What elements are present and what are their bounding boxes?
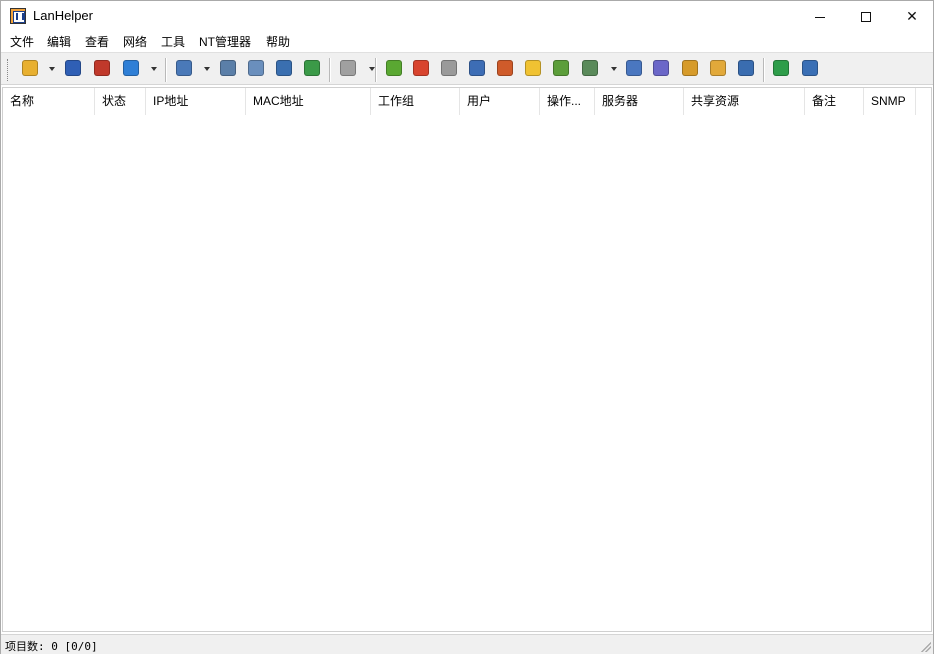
column-header-status[interactable]: 状态 <box>95 88 146 115</box>
user-icon <box>497 60 513 76</box>
resize-grip-icon[interactable] <box>921 642 931 652</box>
find-computer-icon <box>220 60 236 76</box>
options-button[interactable] <box>801 59 819 77</box>
filter-button[interactable] <box>122 59 140 77</box>
power-button[interactable] <box>412 59 430 77</box>
open-folder-button[interactable] <box>21 59 39 77</box>
window-title: LanHelper <box>33 8 93 23</box>
dropdown-arrow-icon[interactable] <box>611 67 617 71</box>
menu-file[interactable]: 文件 <box>10 33 34 50</box>
title-bar: LanHelper ✕ <box>1 1 933 31</box>
save-button[interactable] <box>64 59 82 77</box>
find-computer-button[interactable] <box>219 59 237 77</box>
menu-bar: 文件 编辑 查看 网络 工具 NT管理器 帮助 <box>1 31 933 51</box>
save-icon <box>65 60 81 76</box>
maximize-button[interactable] <box>843 1 889 31</box>
item-count-status: 项目数: 0 [0/0] <box>5 640 98 653</box>
dropdown-arrow-icon[interactable] <box>49 67 55 71</box>
open-folder-icon <box>22 60 38 76</box>
folder-icon <box>525 60 541 76</box>
window-button[interactable] <box>581 59 599 77</box>
window-icon <box>582 60 598 76</box>
minimize-button[interactable] <box>797 1 843 31</box>
group-button[interactable] <box>681 59 699 77</box>
dropdown-arrow-icon[interactable] <box>204 67 210 71</box>
menu-network[interactable]: 网络 <box>123 33 147 50</box>
settings-button[interactable] <box>652 59 670 77</box>
menu-nt-manager[interactable]: NT管理器 <box>199 33 251 50</box>
column-header-snmp[interactable]: SNMP <box>864 88 916 115</box>
column-header-ip[interactable]: IP地址 <box>146 88 246 115</box>
filter-icon <box>123 60 139 76</box>
users-icon <box>276 60 292 76</box>
share-icon <box>553 60 569 76</box>
computers-icon <box>248 60 264 76</box>
column-header-comment[interactable]: 备注 <box>805 88 864 115</box>
app-logo-icon <box>10 8 26 24</box>
scan-network-button[interactable] <box>175 59 193 77</box>
info-button[interactable] <box>468 59 486 77</box>
column-header-mac[interactable]: MAC地址 <box>246 88 371 115</box>
minimize-icon <box>815 16 825 18</box>
folder-button[interactable] <box>524 59 542 77</box>
open-share-button[interactable] <box>709 59 727 77</box>
share-button[interactable] <box>552 59 570 77</box>
toolbar-separator <box>375 58 376 82</box>
app-window: LanHelper ✕ 文件 编辑 查看 网络 工具 NT管理器 帮助 名称 状… <box>0 0 934 654</box>
connect-icon <box>773 60 789 76</box>
status-bar: 项目数: 0 [0/0] <box>1 634 933 654</box>
delete-icon <box>94 60 110 76</box>
column-header-user[interactable]: 用户 <box>460 88 540 115</box>
info-icon <box>469 60 485 76</box>
grey-box-icon <box>441 60 457 76</box>
user-manage-button[interactable] <box>737 59 755 77</box>
message-button[interactable] <box>625 59 643 77</box>
options-icon <box>802 60 818 76</box>
column-header-shares[interactable]: 共享资源 <box>684 88 805 115</box>
dropdown-arrow-icon[interactable] <box>151 67 157 71</box>
toolbar-grip[interactable] <box>7 59 10 81</box>
connect-button[interactable] <box>772 59 790 77</box>
toolbar-separator <box>329 58 330 82</box>
grey-box-button[interactable] <box>440 59 458 77</box>
add-computer-icon <box>304 60 320 76</box>
user-button[interactable] <box>496 59 514 77</box>
menu-edit[interactable]: 编辑 <box>47 33 71 50</box>
scan-network-icon <box>176 60 192 76</box>
open-share-icon <box>710 60 726 76</box>
toolbar-separator <box>165 58 166 82</box>
column-header-name[interactable]: 名称 <box>3 88 95 115</box>
page-button[interactable] <box>339 59 357 77</box>
power-icon <box>413 60 429 76</box>
toolbar <box>1 52 933 85</box>
computer-list[interactable]: 名称 状态 IP地址 MAC地址 工作组 用户 操作... 服务器 共享资源 备… <box>2 87 932 632</box>
message-icon <box>626 60 642 76</box>
maximize-icon <box>861 12 871 23</box>
add-computer-button[interactable] <box>303 59 321 77</box>
user-manage-icon <box>738 60 754 76</box>
wake-icon <box>386 60 402 76</box>
group-icon <box>682 60 698 76</box>
menu-view[interactable]: 查看 <box>85 33 109 50</box>
menu-tools[interactable]: 工具 <box>161 33 185 50</box>
list-header: 名称 状态 IP地址 MAC地址 工作组 用户 操作... 服务器 共享资源 备… <box>3 88 931 115</box>
wake-button[interactable] <box>385 59 403 77</box>
close-icon: ✕ <box>906 8 918 24</box>
delete-button[interactable] <box>93 59 111 77</box>
users-button[interactable] <box>275 59 293 77</box>
settings-icon <box>653 60 669 76</box>
column-header-workgroup[interactable]: 工作组 <box>371 88 460 115</box>
column-header-server[interactable]: 服务器 <box>595 88 684 115</box>
page-icon <box>340 60 356 76</box>
toolbar-separator <box>763 58 764 82</box>
list-body[interactable] <box>3 115 931 631</box>
column-header-os[interactable]: 操作... <box>540 88 595 115</box>
computers-button[interactable] <box>247 59 265 77</box>
close-button[interactable]: ✕ <box>889 1 934 31</box>
menu-help[interactable]: 帮助 <box>266 33 290 50</box>
